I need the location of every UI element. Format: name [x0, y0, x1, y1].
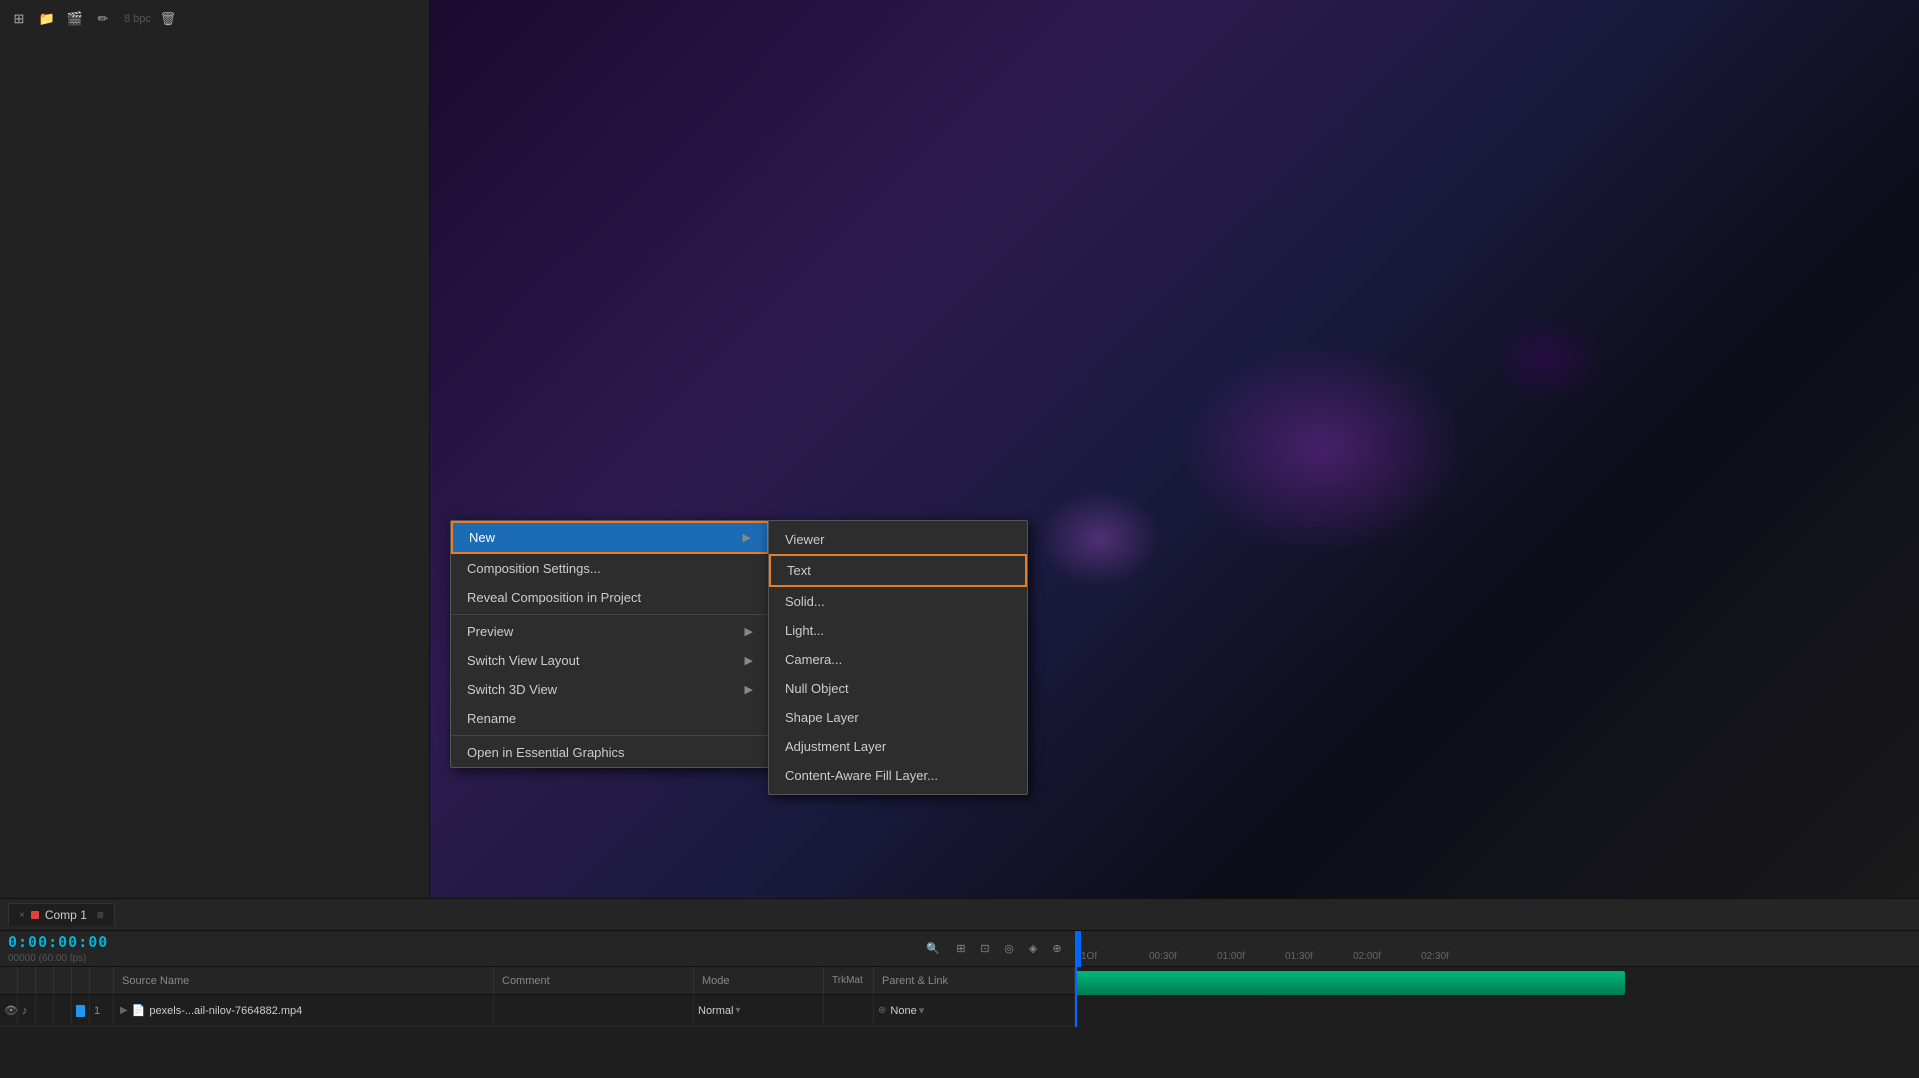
- menu-switch-3d-arrow: ▶: [745, 683, 753, 696]
- submenu-new: Viewer Text Solid... Light... Camera... …: [768, 520, 1028, 795]
- submenu-viewer-label: Viewer: [785, 532, 825, 547]
- menu-switch-view-label: Switch View Layout: [467, 653, 580, 668]
- context-menu-overlay: New ▶ Composition Settings... Reveal Com…: [0, 0, 1919, 1078]
- menu-item-rename[interactable]: Rename: [451, 704, 769, 733]
- menu-item-composition-settings[interactable]: Composition Settings...: [451, 554, 769, 583]
- menu-new-label: New: [469, 530, 495, 545]
- submenu-item-shape-layer[interactable]: Shape Layer: [769, 703, 1027, 732]
- menu-new-arrow: ▶: [743, 531, 751, 544]
- submenu-item-text[interactable]: Text: [769, 554, 1027, 587]
- menu-separator-2: [451, 735, 769, 736]
- submenu-solid-label: Solid...: [785, 594, 825, 609]
- submenu-text-label: Text: [787, 563, 811, 578]
- submenu-shape-label: Shape Layer: [785, 710, 859, 725]
- submenu-item-adjustment-layer[interactable]: Adjustment Layer: [769, 732, 1027, 761]
- menu-rename-label: Rename: [467, 711, 516, 726]
- menu-item-open-essential[interactable]: Open in Essential Graphics: [451, 738, 769, 767]
- menu-item-switch-view-layout[interactable]: Switch View Layout ▶: [451, 646, 769, 675]
- submenu-content-aware-label: Content-Aware Fill Layer...: [785, 768, 938, 783]
- menu-separator-1: [451, 614, 769, 615]
- submenu-item-light[interactable]: Light...: [769, 616, 1027, 645]
- menu-switch-view-arrow: ▶: [745, 654, 753, 667]
- submenu-item-viewer[interactable]: Viewer: [769, 525, 1027, 554]
- submenu-camera-label: Camera...: [785, 652, 842, 667]
- menu-comp-settings-label: Composition Settings...: [467, 561, 601, 576]
- menu-item-switch-3d-view[interactable]: Switch 3D View ▶: [451, 675, 769, 704]
- submenu-adjustment-label: Adjustment Layer: [785, 739, 886, 754]
- context-menu: New ▶ Composition Settings... Reveal Com…: [450, 520, 770, 768]
- submenu-item-solid[interactable]: Solid...: [769, 587, 1027, 616]
- submenu-item-camera[interactable]: Camera...: [769, 645, 1027, 674]
- submenu-item-null-object[interactable]: Null Object: [769, 674, 1027, 703]
- submenu-item-content-aware[interactable]: Content-Aware Fill Layer...: [769, 761, 1027, 790]
- menu-item-preview[interactable]: Preview ▶: [451, 617, 769, 646]
- submenu-null-label: Null Object: [785, 681, 849, 696]
- menu-switch-3d-label: Switch 3D View: [467, 682, 557, 697]
- menu-item-new[interactable]: New ▶: [451, 521, 769, 554]
- menu-preview-arrow: ▶: [745, 625, 753, 638]
- submenu-light-label: Light...: [785, 623, 824, 638]
- menu-item-reveal-composition[interactable]: Reveal Composition in Project: [451, 583, 769, 612]
- menu-open-essential-label: Open in Essential Graphics: [467, 745, 625, 760]
- menu-reveal-label: Reveal Composition in Project: [467, 590, 641, 605]
- menu-preview-label: Preview: [467, 624, 513, 639]
